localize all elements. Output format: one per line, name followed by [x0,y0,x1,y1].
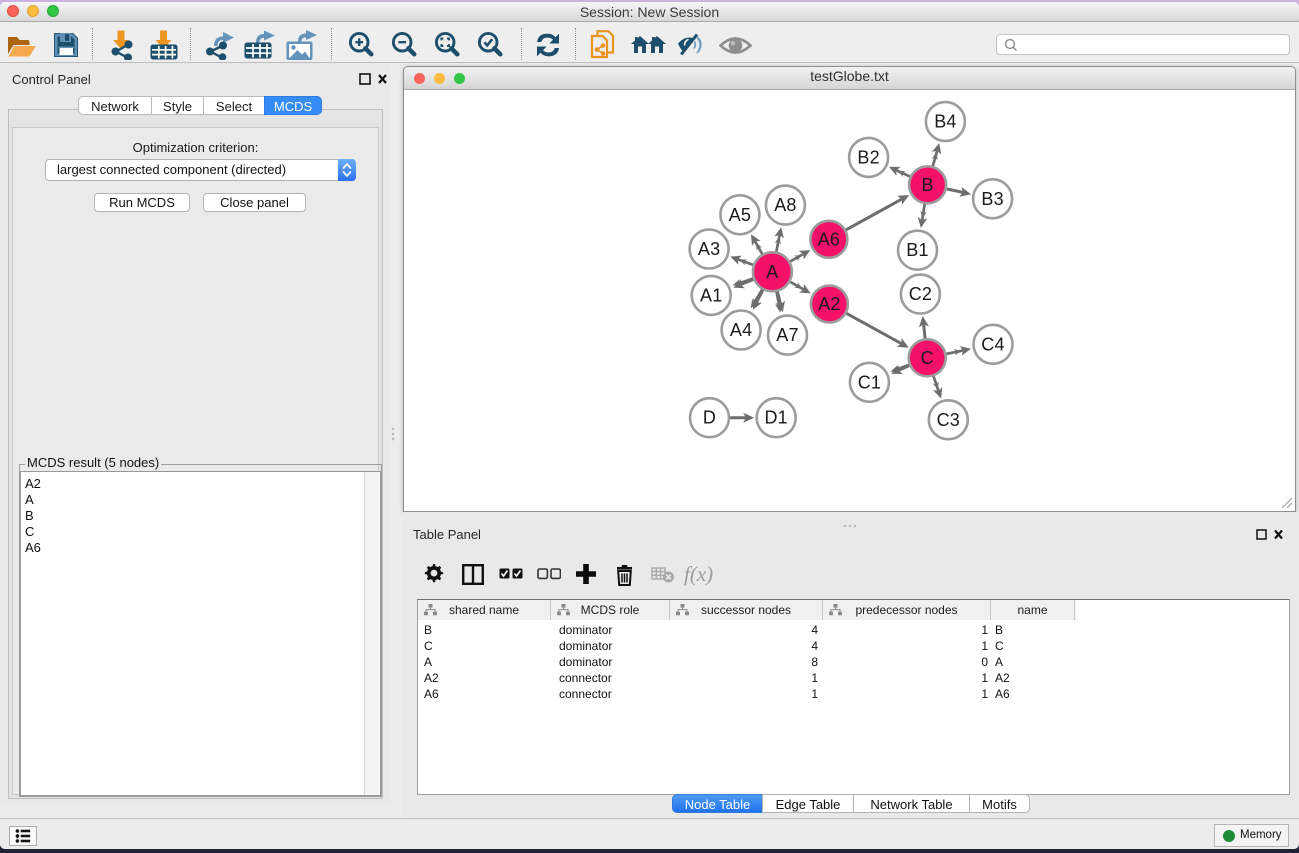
svg-text:B4: B4 [934,112,956,132]
svg-text:A: A [766,262,778,282]
svg-text:B1: B1 [906,240,928,260]
svg-text:B3: B3 [981,189,1003,209]
svg-text:A7: A7 [776,325,798,345]
svg-text:A4: A4 [730,320,752,340]
svg-text:C1: C1 [858,372,881,392]
svg-text:B: B [921,175,933,195]
svg-text:C2: C2 [909,284,932,304]
svg-text:C3: C3 [937,410,960,430]
svg-text:A6: A6 [818,229,840,249]
svg-text:A1: A1 [700,285,722,305]
svg-text:A5: A5 [729,205,751,225]
svg-text:C4: C4 [981,334,1004,354]
svg-text:A2: A2 [818,294,840,314]
svg-text:A8: A8 [774,195,796,215]
svg-text:C: C [921,348,934,368]
svg-text:B2: B2 [857,147,879,167]
svg-text:A3: A3 [698,239,720,259]
svg-text:D: D [703,408,716,428]
svg-text:D1: D1 [764,408,787,428]
